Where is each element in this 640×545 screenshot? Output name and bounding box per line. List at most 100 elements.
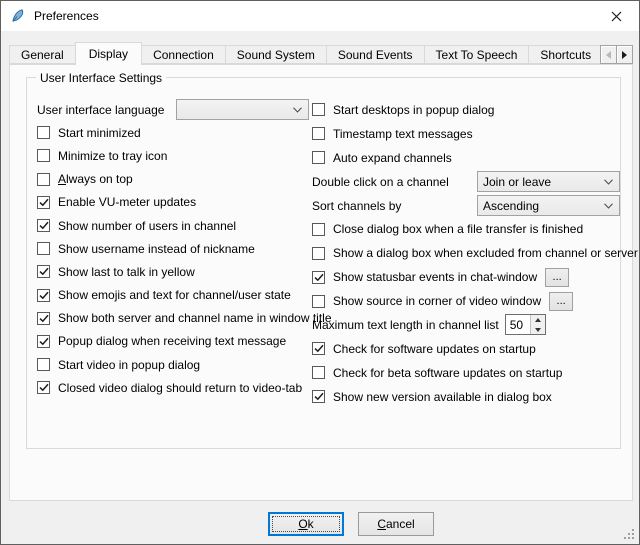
checkbox-label: Show statusbar events in chat-window — [333, 270, 537, 284]
checkbox-label: Show both server and channel name in win… — [58, 311, 332, 325]
tab-sound-system[interactable]: Sound System — [225, 45, 327, 64]
tab-scroll-left-button[interactable] — [600, 45, 617, 64]
arrow-left-icon — [606, 51, 611, 59]
field-label: Maximum text length in channel list — [312, 318, 499, 332]
checkbox-label: Auto expand channels — [333, 151, 452, 165]
user-interface-settings-group: User Interface Settings User interface l… — [26, 77, 621, 449]
spin-up-button[interactable] — [531, 315, 545, 325]
group-title: User Interface Settings — [36, 71, 166, 85]
checkbox-label: Check for software updates on startup — [333, 342, 536, 356]
checkbox-label: Check for beta software updates on start… — [333, 366, 562, 380]
resize-grip[interactable] — [624, 529, 636, 541]
tab-sound-events[interactable]: Sound Events — [326, 45, 425, 64]
chevron-down-icon — [293, 107, 302, 113]
right-settings-column: Start desktops in popup dialog Timestamp … — [312, 98, 620, 409]
tab-general[interactable]: General — [9, 45, 76, 64]
checkbox-unchecked[interactable] — [312, 103, 325, 116]
cancel-button[interactable]: Cancel — [358, 512, 434, 536]
dropdown-select[interactable] — [176, 99, 309, 120]
arrow-right-icon — [622, 51, 627, 59]
checkbox-label: Show last to talk in yellow — [58, 265, 195, 279]
checkbox-unchecked[interactable] — [312, 127, 325, 140]
checkbox-label: Timestamp text messages — [333, 127, 473, 141]
ok-button[interactable]: Ok — [268, 512, 344, 536]
checkbox-label: Show new version available in dialog box — [333, 390, 552, 404]
checkbox-unchecked[interactable] — [37, 242, 50, 255]
preferences-dialog: Preferences GeneralDisplayConnectionSoun… — [0, 0, 640, 545]
checkbox-label: Start desktops in popup dialog — [333, 103, 494, 117]
triangle-down-icon — [535, 328, 541, 332]
tab-scroll-buttons — [600, 45, 633, 64]
field-label: Double click on a channel — [312, 175, 449, 189]
checkbox-checked[interactable] — [37, 335, 50, 348]
checkbox-checked[interactable] — [37, 196, 50, 209]
dropdown-value: Ascending — [483, 199, 539, 213]
checkbox-unchecked[interactable] — [37, 126, 50, 139]
settings-row: Close dialog box when a file transfer is… — [312, 217, 620, 241]
settings-row: Start minimized — [37, 121, 309, 144]
tab-display[interactable]: Display — [75, 42, 142, 65]
checkbox-label: Popup dialog when receiving text message — [58, 334, 286, 348]
checkbox-checked[interactable] — [37, 381, 50, 394]
tab-text-to-speech[interactable]: Text To Speech — [424, 45, 530, 64]
checkbox-label: Start video in popup dialog — [58, 358, 200, 372]
tab-shortcuts[interactable]: Shortcuts — [528, 45, 603, 64]
field-label: Sort channels by — [312, 199, 401, 213]
checkbox-checked[interactable] — [312, 271, 325, 284]
spin-arrows — [530, 315, 545, 334]
settings-row: User interface language — [37, 98, 309, 121]
checkbox-checked[interactable] — [37, 219, 50, 232]
settings-row: Popup dialog when receiving text message — [37, 330, 309, 353]
more-options-button[interactable]: ... — [545, 268, 569, 287]
tab-scroll-right-button[interactable] — [616, 45, 633, 64]
close-icon[interactable] — [594, 1, 639, 31]
checkbox-label: Enable VU-meter updates — [58, 195, 196, 209]
settings-row: Show new version available in dialog box — [312, 385, 620, 409]
settings-row: Timestamp text messages — [312, 122, 620, 146]
checkbox-unchecked[interactable] — [312, 366, 325, 379]
spin-down-button[interactable] — [531, 325, 545, 335]
checkbox-unchecked[interactable] — [312, 151, 325, 164]
tab-connection[interactable]: Connection — [141, 45, 226, 64]
checkbox-checked[interactable] — [312, 342, 325, 355]
checkbox-label: Show source in corner of video window — [333, 294, 541, 308]
checkbox-label: Closed video dialog should return to vid… — [58, 381, 302, 395]
settings-row: Closed video dialog should return to vid… — [37, 376, 309, 399]
settings-row: Enable VU-meter updates — [37, 191, 309, 214]
checkbox-label: Show a dialog box when excluded from cha… — [333, 246, 638, 260]
checkbox-checked[interactable] — [37, 289, 50, 302]
settings-row: Show statusbar events in chat-window... — [312, 265, 620, 289]
settings-row: Check for software updates on startup — [312, 337, 620, 361]
checkbox-label: Show number of users in channel — [58, 219, 236, 233]
window-title: Preferences — [34, 9, 99, 23]
checkbox-unchecked[interactable] — [312, 295, 325, 308]
checkbox-unchecked[interactable] — [312, 247, 325, 260]
field-label: User interface language — [37, 103, 164, 117]
settings-row: Start desktops in popup dialog — [312, 98, 620, 122]
settings-row: Auto expand channels — [312, 146, 620, 170]
checkbox-label: Always on top — [58, 172, 133, 186]
settings-row: Always on top — [37, 168, 309, 191]
checkbox-checked[interactable] — [37, 265, 50, 278]
settings-row: Double click on a channel Join or leave — [312, 170, 620, 194]
checkbox-unchecked[interactable] — [312, 223, 325, 236]
checkbox-checked[interactable] — [37, 312, 50, 325]
checkbox-unchecked[interactable] — [37, 358, 50, 371]
settings-row: Show both server and channel name in win… — [37, 307, 309, 330]
title-bar: Preferences — [1, 1, 639, 31]
dropdown-select[interactable]: Join or leave — [477, 171, 620, 192]
settings-row: Sort channels by Ascending — [312, 194, 620, 218]
more-options-button[interactable]: ... — [549, 292, 573, 311]
checkbox-unchecked[interactable] — [37, 173, 50, 186]
settings-row: Show username instead of nickname — [37, 237, 309, 260]
spin-value: 50 — [506, 315, 530, 334]
checkbox-checked[interactable] — [312, 390, 325, 403]
triangle-up-icon — [535, 318, 541, 322]
chevron-down-icon — [604, 179, 613, 185]
tab-bar: GeneralDisplayConnectionSound SystemSoun… — [9, 42, 633, 65]
settings-row: Show a dialog box when excluded from cha… — [312, 241, 620, 265]
settings-row: Check for beta software updates on start… — [312, 361, 620, 385]
checkbox-unchecked[interactable] — [37, 149, 50, 162]
dropdown-select[interactable]: Ascending — [477, 195, 620, 216]
spin-box[interactable]: 50 — [505, 314, 546, 335]
